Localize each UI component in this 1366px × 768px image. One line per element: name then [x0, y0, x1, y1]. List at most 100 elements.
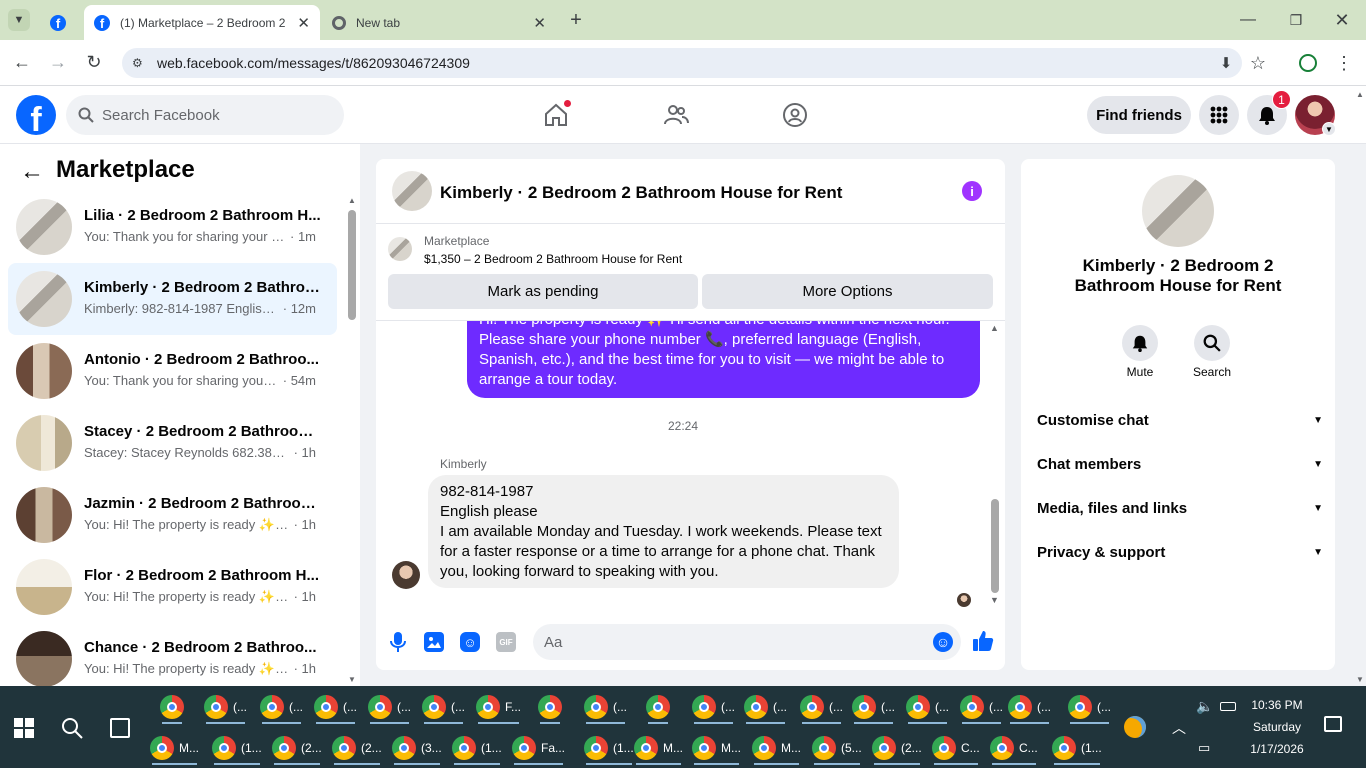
weather-icon[interactable] — [1124, 716, 1146, 738]
mark-as-pending-button[interactable]: Mark as pending — [388, 274, 698, 309]
find-friends-button[interactable]: Find friends — [1087, 96, 1191, 134]
minimize-window-button[interactable]: — — [1236, 8, 1260, 32]
conversation-item-lilia[interactable]: Lilia · 2 Bedroom 2 Bathroom H... You: T… — [8, 191, 337, 263]
taskbar-row1-item[interactable]: (... — [260, 690, 303, 724]
taskbar-row1-item[interactable]: (... — [1008, 690, 1051, 724]
device-icon[interactable]: ▭ — [1198, 740, 1210, 756]
taskbar-row2-item[interactable]: (5... — [812, 731, 862, 765]
apps-menu-button[interactable] — [1199, 95, 1239, 135]
taskbar-row2-item[interactable]: (2... — [872, 731, 922, 765]
chat-avatar[interactable] — [392, 171, 432, 211]
chevron-down-icon[interactable]: ▼ — [1322, 122, 1336, 136]
taskbar-search-icon[interactable] — [60, 716, 84, 740]
conversation-item-chance[interactable]: Chance · 2 Bedroom 2 Bathroo... You: Hi!… — [8, 623, 337, 695]
section-customise-chat[interactable]: Customise chat ▼ — [1037, 412, 1323, 429]
forward-arrow-icon[interactable]: → — [46, 50, 70, 74]
tab-search-button[interactable]: ▼ — [8, 9, 30, 31]
search-button[interactable] — [1194, 325, 1230, 361]
taskbar-row2-item[interactable]: (2... — [272, 731, 322, 765]
bookmark-star-icon[interactable]: ☆ — [1246, 52, 1270, 74]
install-app-icon[interactable]: ⬇ — [1214, 52, 1238, 74]
reload-icon[interactable]: ↻ — [82, 50, 106, 74]
facebook-logo-icon[interactable]: f — [16, 95, 56, 135]
taskbar-row2-item[interactable]: (1... — [212, 731, 262, 765]
conversation-item-antonio[interactable]: Antonio · 2 Bedroom 2 Bathroo... You: Th… — [8, 335, 337, 407]
listing-avatar[interactable] — [1142, 175, 1214, 247]
taskbar-row2-item[interactable]: C... — [990, 731, 1038, 765]
taskbar-row1-item[interactable]: (... — [852, 690, 895, 724]
thumbs-up-icon[interactable] — [971, 629, 995, 653]
clock-time[interactable]: 10:36 PM — [1242, 698, 1312, 712]
section-privacy-support[interactable]: Privacy & support ▼ — [1037, 544, 1323, 561]
taskbar-row1-item[interactable]: (... — [744, 690, 787, 724]
address-bar[interactable]: ⚙ web.facebook.com/messages/t/8620930467… — [122, 48, 1242, 78]
listing-thumbnail[interactable] — [388, 237, 412, 261]
taskbar-row1-item[interactable] — [160, 690, 184, 724]
notification-center-icon[interactable] — [1324, 716, 1342, 732]
thread-scrollbar[interactable]: ▲ ▼ — [989, 321, 1001, 611]
tab-facebook-pinned[interactable]: f — [40, 5, 82, 40]
sticker-icon[interactable]: ☺ — [460, 632, 480, 652]
taskbar-row1-item[interactable]: (... — [368, 690, 411, 724]
battery-icon[interactable] — [1220, 702, 1236, 711]
taskbar-row1-item[interactable]: (... — [314, 690, 357, 724]
more-options-button[interactable]: More Options — [702, 274, 993, 309]
gif-icon[interactable]: GIF — [496, 632, 516, 652]
emoji-icon[interactable]: ☺ — [933, 632, 953, 652]
close-window-button[interactable]: ✕ — [1330, 8, 1354, 32]
chat-title[interactable]: Kimberly · 2 Bedroom 2 Bathroom House fo… — [440, 183, 842, 203]
site-info-icon[interactable]: ⚙ — [132, 56, 148, 70]
message-input[interactable]: Aa ☺ — [533, 624, 961, 660]
taskbar-row1-item[interactable]: (... — [422, 690, 465, 724]
taskbar-row2-item[interactable]: M... — [150, 731, 199, 765]
volume-icon[interactable]: 🔈 — [1196, 698, 1213, 715]
photo-icon[interactable] — [424, 632, 444, 652]
taskbar-row2-item[interactable]: (1... — [1052, 731, 1102, 765]
clock-day[interactable]: Saturday — [1242, 720, 1312, 734]
taskbar-row1-item[interactable]: F... — [476, 690, 521, 724]
clock-date[interactable]: 1/17/2026 — [1242, 742, 1312, 756]
tab-new-tab[interactable]: New tab ✕ — [322, 5, 556, 40]
taskbar-row2-item[interactable]: (1... — [584, 731, 634, 765]
new-tab-button[interactable]: + — [564, 8, 588, 32]
sender-avatar[interactable] — [392, 561, 420, 589]
restore-window-button[interactable]: ❐ — [1284, 8, 1308, 32]
taskbar-row2-item[interactable]: M... — [634, 731, 683, 765]
taskbar-row2-item[interactable]: Fa... — [512, 731, 565, 765]
mute-button[interactable] — [1122, 325, 1158, 361]
back-arrow-icon[interactable]: ← — [20, 158, 44, 186]
page-scrollbar[interactable]: ▲ ▼ — [1354, 90, 1366, 686]
scrollbar-thumb[interactable] — [991, 499, 999, 593]
close-icon[interactable]: ✕ — [533, 14, 546, 32]
facebook-search-input[interactable]: Search Facebook — [66, 95, 344, 135]
section-chat-members[interactable]: Chat members ▼ — [1037, 456, 1323, 473]
browser-menu-icon[interactable]: ⋮ — [1332, 52, 1356, 74]
taskbar-row1-item[interactable]: (... — [906, 690, 949, 724]
taskbar-row2-item[interactable]: (1... — [452, 731, 502, 765]
taskbar-row2-item[interactable]: M... — [692, 731, 741, 765]
taskbar-row1-item[interactable]: (... — [960, 690, 1003, 724]
taskbar-row2-item[interactable]: (3... — [392, 731, 442, 765]
taskbar-row1-item[interactable]: (... — [692, 690, 735, 724]
show-hidden-icons-chevron[interactable]: ︿ — [1172, 718, 1186, 738]
task-view-icon[interactable] — [110, 718, 130, 738]
section-media-files-links[interactable]: Media, files and links ▼ — [1037, 500, 1323, 517]
conversation-item-kimberly[interactable]: Kimberly · 2 Bedroom 2 Bathroo... Kimber… — [8, 263, 337, 335]
scrollbar-thumb[interactable] — [348, 210, 356, 320]
home-icon[interactable] — [536, 95, 576, 135]
conversations-scrollbar[interactable]: ▲ ▼ — [346, 196, 358, 684]
profile-icon[interactable] — [1296, 52, 1320, 74]
taskbar-row1-item[interactable]: (... — [1068, 690, 1111, 724]
groups-icon[interactable] — [775, 95, 815, 135]
taskbar-row1-item[interactable]: (... — [584, 690, 627, 724]
conversation-item-flor[interactable]: Flor · 2 Bedroom 2 Bathroom H... You: Hi… — [8, 551, 337, 623]
taskbar-row1-item[interactable]: (... — [204, 690, 247, 724]
friends-icon[interactable] — [656, 95, 696, 135]
microphone-icon[interactable] — [388, 630, 408, 654]
close-icon[interactable]: ✕ — [297, 14, 310, 32]
back-arrow-icon[interactable]: ← — [10, 50, 34, 74]
taskbar-row2-item[interactable]: M... — [752, 731, 801, 765]
taskbar-row1-item[interactable] — [646, 690, 670, 724]
taskbar-row1-item[interactable]: (... — [800, 690, 843, 724]
windows-start-icon[interactable] — [14, 718, 34, 738]
